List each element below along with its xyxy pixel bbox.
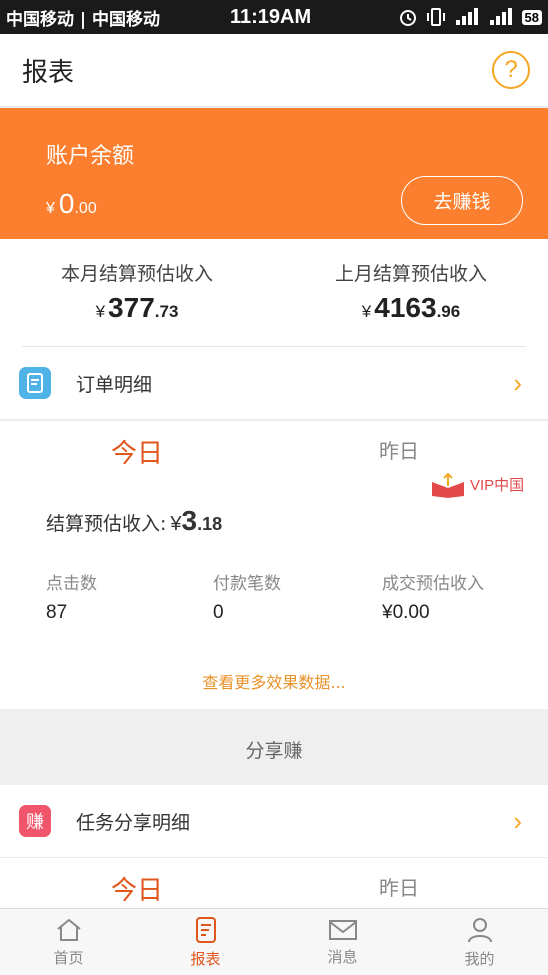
status-icons: 58: [398, 7, 542, 27]
this-month-currency: ¥: [95, 302, 106, 321]
metric-value: ¥0.00: [382, 602, 430, 623]
metric-value: 87: [46, 602, 68, 623]
user-icon: [467, 917, 492, 942]
bottom-tab-bar: 首页 报表 消息 我的: [0, 908, 548, 975]
this-month-value: ¥ 377 .73: [0, 292, 274, 324]
last-month-value: ¥ 4163 .96: [274, 292, 548, 324]
chevron-right-icon: ›: [513, 367, 522, 398]
metric-clicks: 点击数 87: [46, 569, 97, 624]
balance-currency: ¥: [46, 200, 55, 217]
monthly-stats: 本月结算预估收入 ¥ 377 .73 上月结算预估收入 ¥ 4163 .96: [0, 239, 548, 347]
this-month-integer: 377: [108, 292, 155, 323]
this-month-stat: 本月结算预估收入 ¥ 377 .73: [0, 259, 274, 324]
metric-deal-income: 成交预估收入 ¥0.00: [382, 569, 484, 624]
metric-label: 成交预估收入: [382, 574, 484, 594]
tab-mine[interactable]: 我的: [411, 909, 548, 975]
metric-payments: 付款笔数 0: [213, 569, 281, 624]
tab-label: 我的: [464, 949, 495, 968]
account-balance-card: 账户余额 ¥ 0 .00 去赚钱: [0, 108, 548, 239]
mail-icon: [328, 919, 357, 940]
watermark-text: VIP中国: [470, 476, 525, 494]
earn-money-button[interactable]: 去赚钱: [401, 176, 523, 225]
order-detail-row[interactable]: 订单明细 ›: [0, 347, 548, 420]
settle-currency: ¥: [170, 513, 182, 535]
this-month-label: 本月结算预估收入: [60, 263, 213, 285]
report-panel: 今日 昨日 结算预估收入: ¥ 3 .18 点击数 87 付款笔数 0 成交预估…: [0, 421, 548, 709]
page-header: 报表 ?: [0, 34, 548, 107]
last-month-stat: 上月结算预估收入 ¥ 4163 .96: [274, 259, 548, 324]
settle-estimate: 结算预估收入: ¥ 3 .18: [46, 505, 222, 537]
more-data-link[interactable]: 查看更多效果数据...: [0, 669, 548, 693]
tab-today[interactable]: 今日: [0, 433, 274, 470]
book-logo-icon: [432, 472, 464, 498]
battery-level: 58: [521, 9, 542, 25]
balance-amount: ¥ 0 .00: [46, 188, 97, 220]
settle-integer: 3: [181, 505, 198, 536]
metric-value: 0: [213, 602, 224, 623]
task-tab-yesterday[interactable]: 昨日: [262, 872, 536, 901]
tab-label: 首页: [53, 948, 84, 967]
task-share-row[interactable]: 赚 任务分享明细 ›: [0, 785, 548, 858]
clock: 11:19AM: [230, 5, 312, 28]
this-month-decimal: .73: [154, 302, 179, 321]
signal-icon: [455, 8, 478, 25]
signal-icon-2: [489, 8, 512, 25]
share-section-title: 分享赚: [245, 740, 303, 762]
task-share-label: 任务分享明细: [76, 811, 191, 834]
alarm-icon: [399, 10, 416, 26]
page-title: 报表: [22, 57, 75, 88]
tab-messages[interactable]: 消息: [274, 909, 411, 975]
metric-label: 点击数: [46, 574, 97, 594]
last-month-label: 上月结算预估收入: [334, 263, 487, 285]
home-icon: [56, 918, 81, 941]
balance-decimal: .00: [74, 200, 97, 217]
carrier-label: 中国移动 | 中国移动: [6, 9, 161, 30]
settle-decimal: .18: [197, 514, 223, 534]
status-bar: 中国移动 | 中国移动 11:19AM 58: [0, 0, 548, 34]
balance-label: 账户余额: [46, 144, 135, 169]
vip-watermark: VIP中国: [430, 470, 524, 498]
vibrate-icon: [426, 8, 445, 26]
metric-label: 付款笔数: [213, 574, 281, 594]
earn-icon: 赚: [19, 805, 51, 837]
tab-label: 报表: [190, 949, 221, 968]
order-detail-label: 订单明细: [76, 373, 153, 396]
task-tab-today[interactable]: 今日: [0, 870, 274, 907]
task-panel: 今日 昨日: [0, 858, 548, 908]
tab-home[interactable]: 首页: [0, 909, 137, 975]
tab-yesterday[interactable]: 昨日: [262, 435, 536, 464]
last-month-integer: 4163: [374, 292, 437, 323]
help-icon[interactable]: ?: [492, 51, 530, 89]
last-month-currency: ¥: [361, 302, 372, 321]
last-month-decimal: .96: [436, 302, 461, 321]
order-icon: [19, 367, 51, 399]
settle-label: 结算预估收入:: [46, 513, 167, 535]
balance-integer: 0: [58, 188, 75, 219]
tab-label: 消息: [327, 947, 358, 966]
tab-report[interactable]: 报表: [137, 909, 274, 975]
chevron-right-icon: ›: [513, 805, 522, 836]
report-icon: [195, 916, 216, 943]
